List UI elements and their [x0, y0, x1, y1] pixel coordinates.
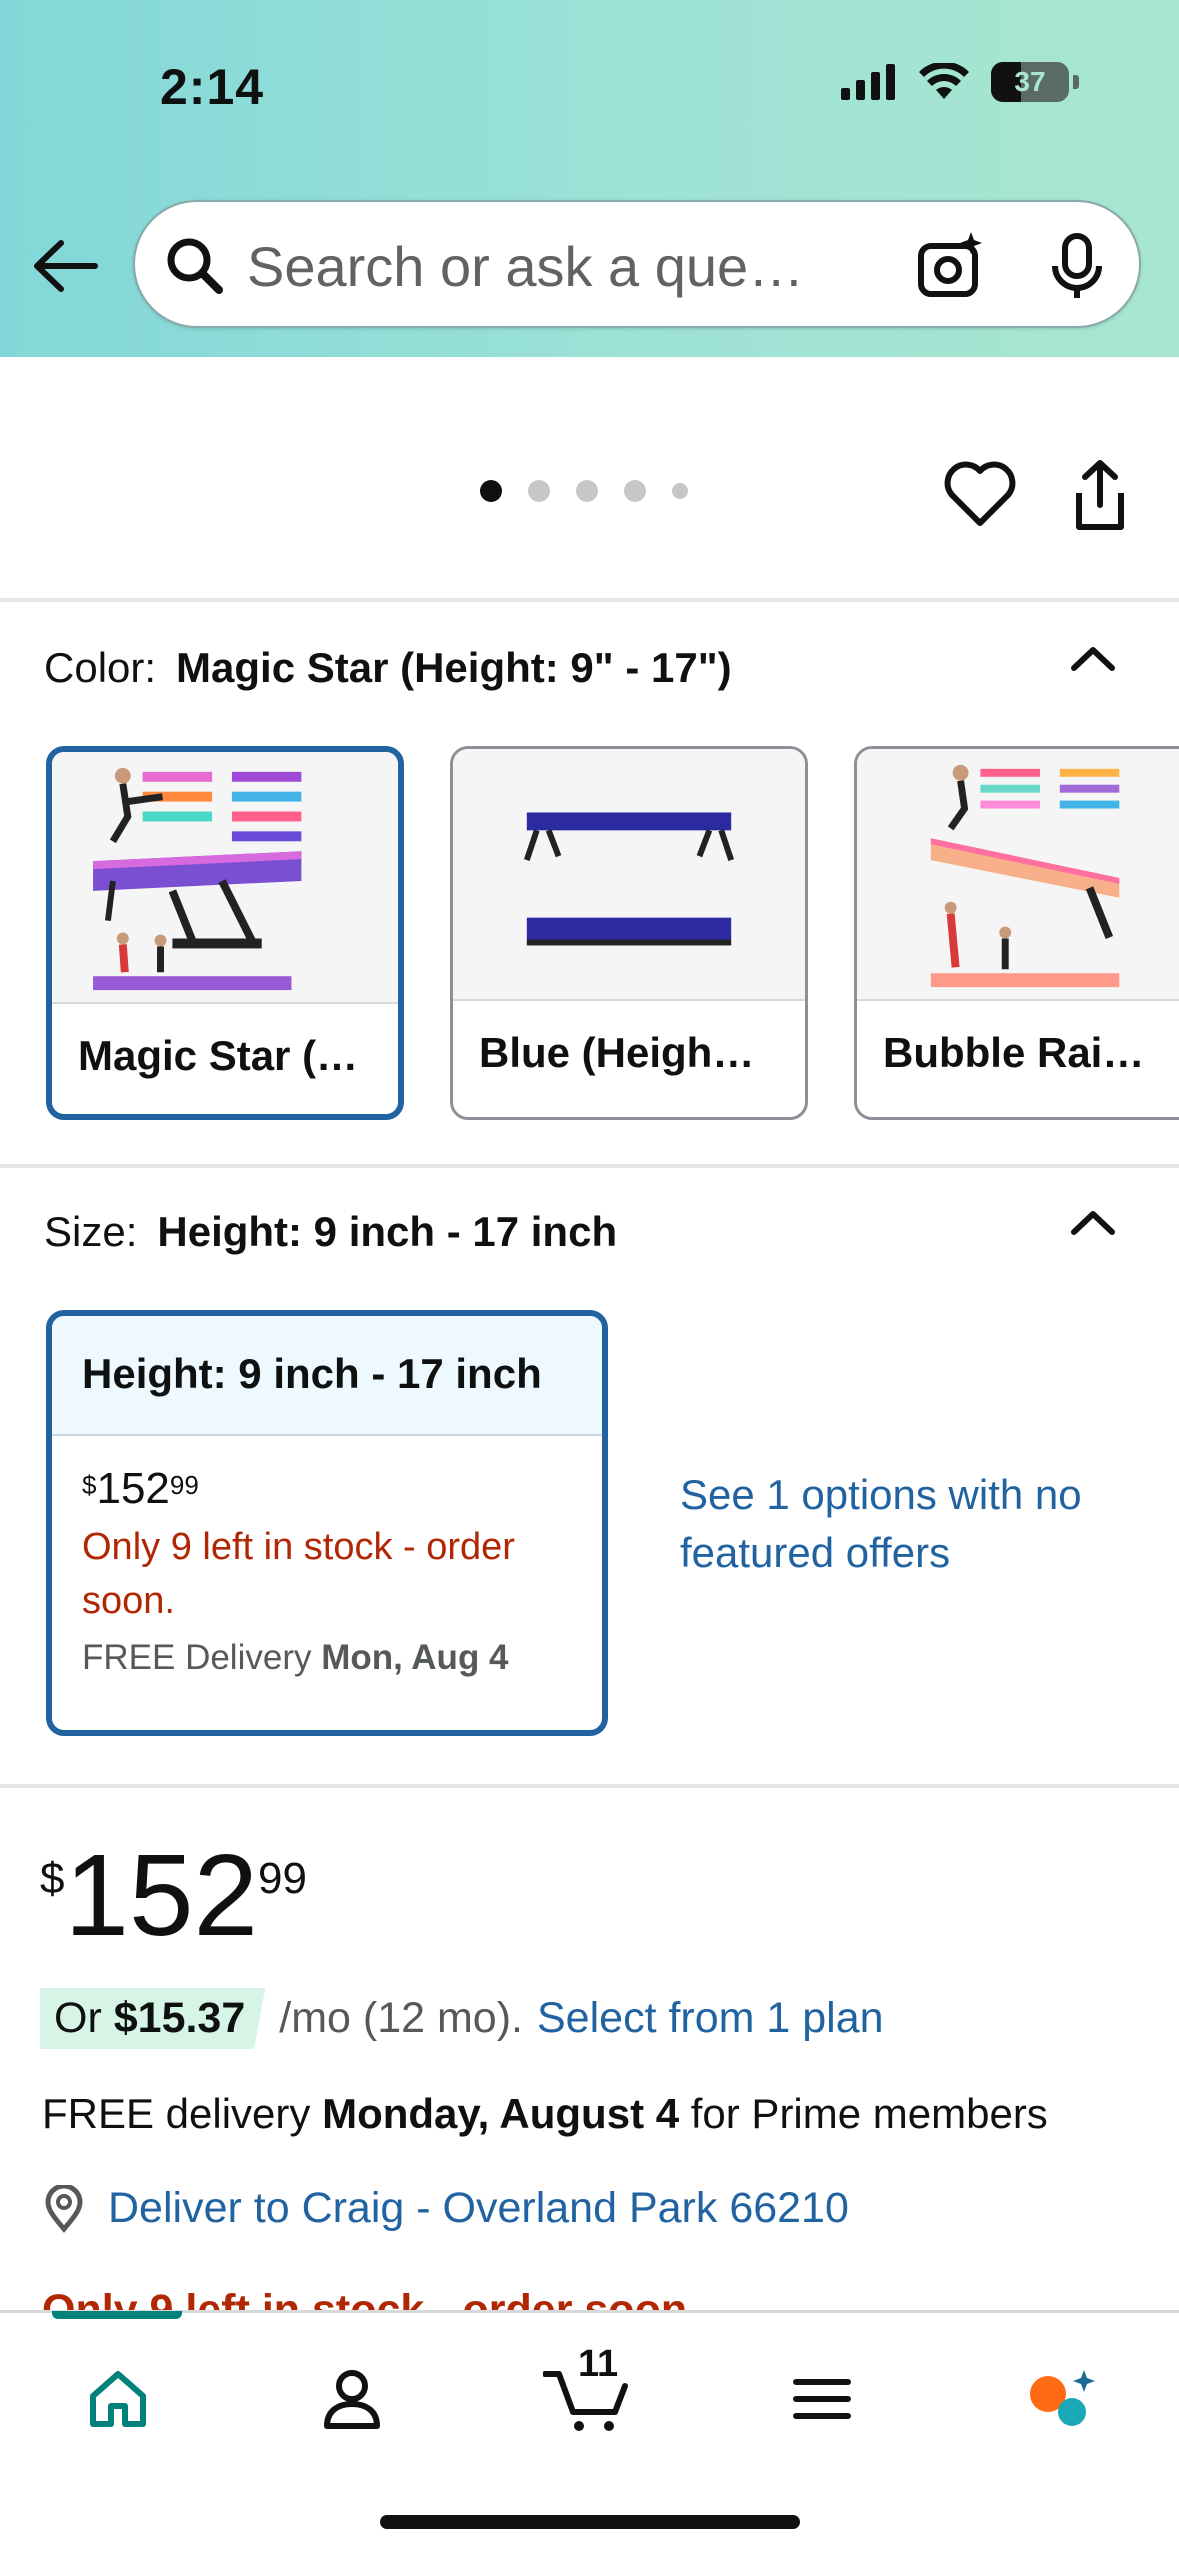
- color-option-magic-star[interactable]: Magic Star (…: [46, 746, 404, 1120]
- top-header: 2:14 37: [0, 0, 1179, 357]
- color-option-bubble-rainbow[interactable]: Bubble Rai…: [854, 746, 1179, 1120]
- chevron-up-icon[interactable]: [1068, 638, 1118, 678]
- color-option-label: Magic Star (…: [78, 1032, 359, 1079]
- carousel-dot[interactable]: [576, 480, 598, 502]
- home-icon: [90, 2371, 146, 2427]
- signal-icon: [841, 64, 895, 100]
- search-input[interactable]: [247, 230, 897, 302]
- color-option-label: Bubble Rai…: [883, 1029, 1145, 1076]
- color-label: Color:: [44, 644, 157, 691]
- deliver-to-link[interactable]: Deliver to Craig - Overland Park 66210: [42, 2184, 849, 2233]
- back-button[interactable]: [30, 230, 102, 302]
- person-icon: [324, 2370, 380, 2429]
- balance-beam-image: [93, 767, 302, 991]
- status-icons: 37: [841, 62, 1079, 102]
- color-option-label: Blue (Heigh…: [479, 1029, 755, 1076]
- section-divider: [0, 1164, 1179, 1168]
- status-time: 2:14: [160, 59, 265, 115]
- home-indicator[interactable]: [380, 2515, 800, 2529]
- carousel-dot[interactable]: [624, 480, 646, 502]
- color-option-blue[interactable]: Blue (Heigh…: [450, 746, 808, 1120]
- balance-beam-image: [930, 764, 1120, 988]
- nav-home[interactable]: [68, 2349, 168, 2449]
- monthly-payment: Or $15.37 /mo (12 mo). Select from 1 pla…: [40, 1988, 884, 2049]
- size-label: Size:: [44, 1208, 138, 1255]
- microphone-icon[interactable]: [1047, 232, 1107, 302]
- rufus-assistant-icon: [1030, 2370, 1095, 2426]
- wifi-icon: [919, 63, 969, 99]
- color-section-label: Color: Magic Star (Height: 9" - 17"): [44, 644, 732, 692]
- size-selected-value: Height: 9 inch - 17 inch: [157, 1208, 618, 1255]
- search-icon: [167, 238, 223, 294]
- balance-beam-image: [523, 812, 735, 946]
- carousel-dot[interactable]: [528, 480, 550, 502]
- search-bar[interactable]: [133, 200, 1141, 328]
- select-plan-link[interactable]: Select from 1 plan: [537, 1994, 884, 2043]
- active-tab-indicator: [52, 2311, 182, 2319]
- heart-icon[interactable]: [940, 455, 1020, 535]
- carousel-dot[interactable]: [672, 483, 688, 499]
- size-option-delivery: FREE Delivery Mon, Aug 4: [82, 1638, 509, 1677]
- size-option-price: $15299: [82, 1464, 199, 1513]
- color-selected-value: Magic Star (Height: 9" - 17"): [176, 644, 732, 691]
- product-price: $ 152 99: [40, 1830, 307, 1960]
- delivery-info: FREE delivery Monday, August 4 for Prime…: [42, 2090, 1048, 2137]
- arrow-left-icon: [34, 240, 98, 292]
- location-pin-icon: [45, 2184, 83, 2233]
- deliver-to-text: Deliver to Craig - Overland Park 66210: [108, 2184, 849, 2232]
- nav-cart[interactable]: [538, 2349, 638, 2449]
- battery-icon: 37: [991, 62, 1069, 102]
- nav-account[interactable]: [302, 2349, 402, 2449]
- nav-rufus[interactable]: [1010, 2349, 1110, 2449]
- nav-menu[interactable]: [772, 2349, 872, 2449]
- section-divider: [0, 1784, 1179, 1788]
- see-options-link[interactable]: See 1 options with no featured offers: [680, 1466, 1100, 1582]
- carousel-dot[interactable]: [480, 480, 502, 502]
- monthly-term: /mo (12 mo).: [279, 1994, 523, 2042]
- section-divider: [0, 598, 1179, 602]
- hamburger-menu-icon: [793, 2379, 851, 2419]
- stock-warning: Only 9 left in stock - order soon.: [82, 1526, 515, 1622]
- image-carousel-dots[interactable]: [480, 480, 688, 502]
- camera-lens-icon[interactable]: [915, 230, 987, 302]
- cart-icon: [543, 2371, 628, 2431]
- size-section-label: Size: Height: 9 inch - 17 inch: [44, 1208, 617, 1256]
- swatch-image: [453, 749, 805, 1001]
- chevron-up-icon[interactable]: [1068, 1202, 1118, 1242]
- share-icon[interactable]: [1065, 455, 1135, 535]
- battery-tip: [1073, 75, 1079, 89]
- swatch-image: [52, 752, 398, 1004]
- size-option-card[interactable]: Height: 9 inch - 17 inch $15299 Only 9 l…: [46, 1310, 608, 1736]
- monthly-amount-badge: Or $15.37: [40, 1988, 266, 2049]
- battery-level: 37: [1014, 66, 1046, 97]
- swatch-image: [857, 749, 1179, 1001]
- size-option-title: Height: 9 inch - 17 inch: [52, 1316, 602, 1436]
